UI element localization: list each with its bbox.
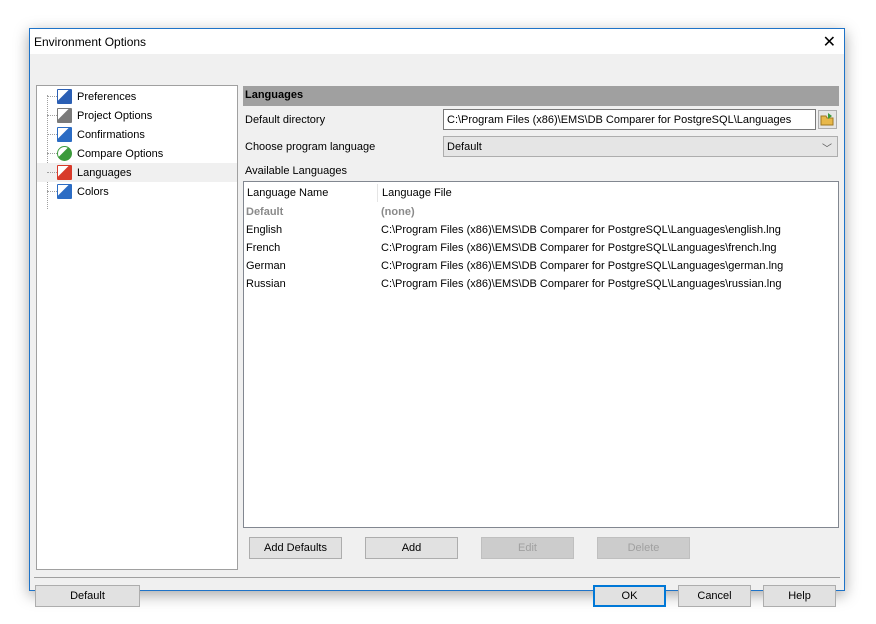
column-header-file[interactable]: Language File [379, 184, 455, 202]
confirmations-icon [57, 127, 72, 142]
default-directory-label: Default directory [245, 114, 326, 126]
table-row[interactable]: English C:\Program Files (x86)\EMS\DB Com… [244, 221, 838, 239]
compare-options-icon [57, 146, 72, 161]
preferences-icon [57, 89, 72, 104]
add-defaults-button[interactable]: Add Defaults [249, 537, 342, 559]
language-name: Russian [246, 278, 286, 290]
tree-item-compare-options[interactable]: Compare Options [37, 144, 237, 163]
close-icon[interactable]: ✕ [823, 32, 836, 52]
project-options-icon [57, 108, 72, 123]
edit-button[interactable]: Edit [481, 537, 574, 559]
open-folder-icon [820, 113, 834, 126]
ok-button[interactable]: OK [593, 585, 666, 607]
language-name: German [246, 260, 286, 272]
cancel-button[interactable]: Cancel [678, 585, 751, 607]
options-tree: Preferences Project Options Confirmation… [36, 85, 238, 570]
choose-language-label: Choose program language [245, 141, 376, 153]
help-button[interactable]: Help [763, 585, 836, 607]
language-file: C:\Program Files (x86)\EMS\DB Comparer f… [381, 278, 782, 290]
tree-connector [47, 96, 57, 97]
section-header: Languages [243, 86, 839, 106]
add-button[interactable]: Add [365, 537, 458, 559]
language-name: French [246, 242, 281, 254]
default-button[interactable]: Default [35, 585, 140, 607]
browse-folder-button[interactable] [818, 110, 837, 129]
language-file: C:\Program Files (x86)\EMS\DB Comparer f… [381, 260, 784, 272]
delete-button[interactable]: Delete [597, 537, 690, 559]
language-select[interactable]: Default ﹀ [443, 136, 838, 157]
tree-connector [47, 115, 57, 116]
title-bar: Environment Options ✕ [30, 29, 844, 54]
tree-item-preferences[interactable]: Preferences [37, 87, 237, 106]
tree-item-label: Languages [77, 166, 132, 179]
tree-connector [47, 153, 57, 154]
tree-connector [47, 134, 57, 135]
table-row[interactable]: Default (none) [244, 203, 838, 221]
available-languages-label: Available Languages [245, 165, 347, 177]
tree-item-languages[interactable]: Languages [37, 163, 237, 182]
tree-connector [47, 191, 57, 192]
table-row[interactable]: French C:\Program Files (x86)\EMS\DB Comp… [244, 239, 838, 257]
tree-connector [47, 172, 57, 173]
tree-item-label: Compare Options [77, 147, 164, 160]
language-file: (none) [381, 206, 415, 218]
default-directory-input[interactable]: C:\Program Files (x86)\EMS\DB Comparer f… [443, 109, 816, 130]
footer-divider [34, 577, 840, 578]
tree-item-label: Preferences [77, 90, 137, 103]
languages-flags-icon [57, 165, 72, 180]
language-name: English [246, 224, 283, 236]
language-file: C:\Program Files (x86)\EMS\DB Comparer f… [381, 224, 781, 236]
tree-item-project-options[interactable]: Project Options [37, 106, 237, 125]
column-header-name[interactable]: Language Name [244, 184, 378, 202]
colors-icon [57, 184, 72, 199]
language-select-value: Default [447, 141, 482, 153]
tree-item-label: Project Options [77, 109, 153, 122]
chevron-down-icon: ﹀ [822, 144, 832, 155]
tree-item-colors[interactable]: Colors [37, 182, 237, 201]
window-title: Environment Options [34, 35, 147, 49]
environment-options-dialog: Environment Options ✕ Preferences Projec… [29, 28, 845, 607]
languages-list[interactable]: Language Name Language File Default (none… [243, 181, 839, 528]
tree-item-label: Colors [77, 185, 109, 198]
tree-item-label: Confirmations [77, 128, 145, 141]
table-row[interactable]: German C:\Program Files (x86)\EMS\DB Comp… [244, 257, 838, 275]
tree-item-confirmations[interactable]: Confirmations [37, 125, 237, 144]
language-file: C:\Program Files (x86)\EMS\DB Comparer f… [381, 242, 777, 254]
language-name: Default [246, 206, 284, 218]
table-row[interactable]: Russian C:\Program Files (x86)\EMS\DB Com… [244, 275, 838, 293]
